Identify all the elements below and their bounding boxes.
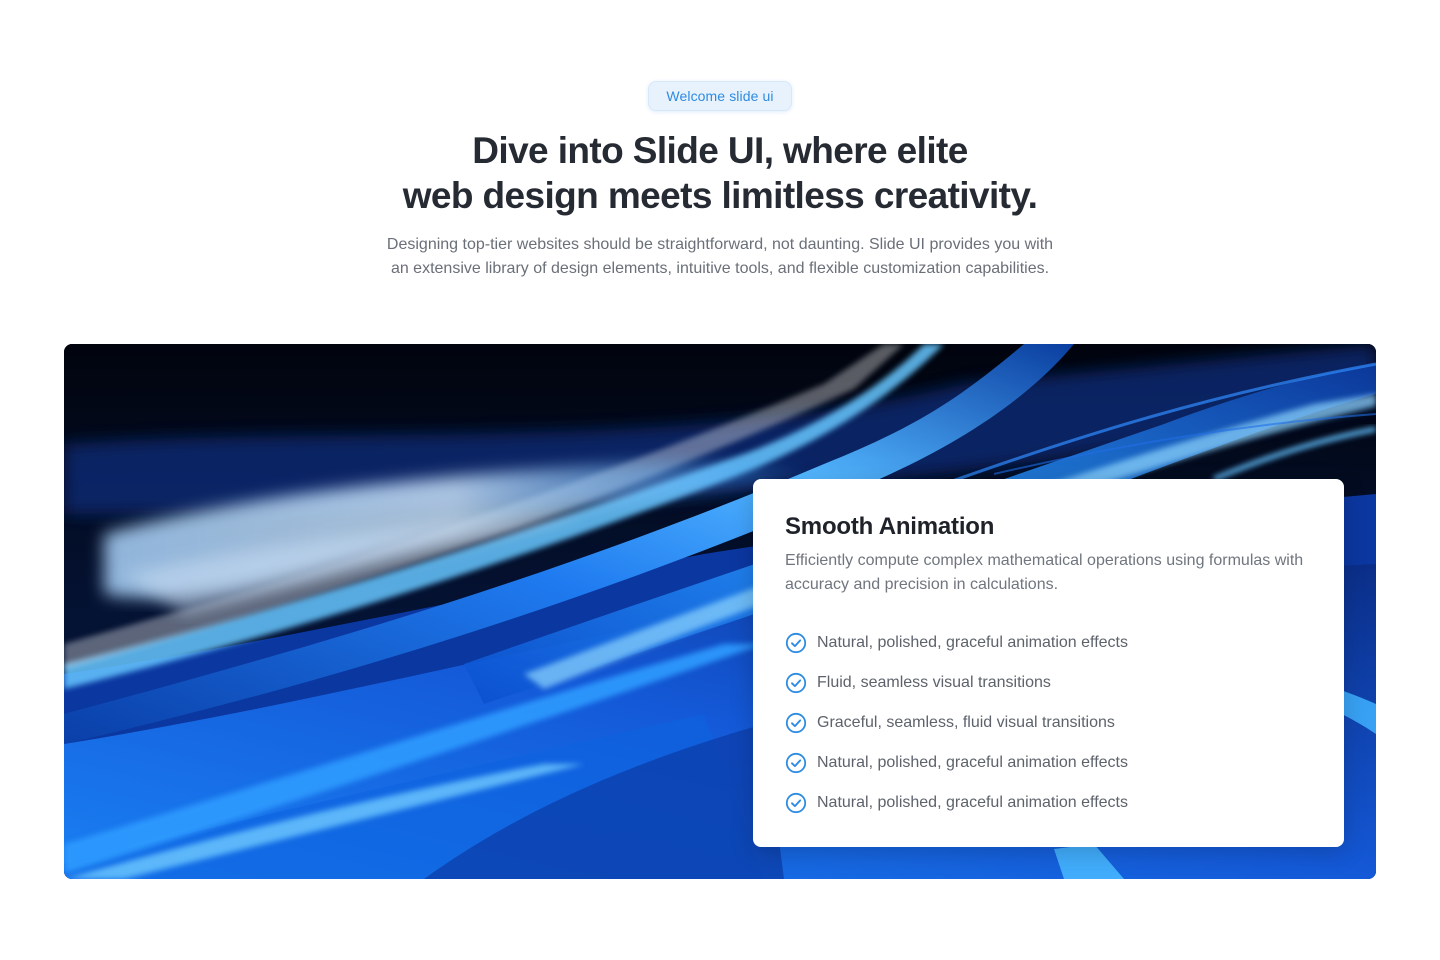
feature-item: Fluid, seamless visual transitions	[785, 663, 1312, 703]
card-description: Efficiently compute complex mathematical…	[785, 552, 1304, 593]
check-circle-icon	[785, 632, 807, 654]
feature-card: Smooth Animation Efficiently compute com…	[753, 479, 1344, 847]
check-circle-icon	[785, 752, 807, 774]
feature-item: Natural, polished, graceful animation ef…	[785, 783, 1312, 823]
card-title: Smooth Animation	[785, 513, 995, 540]
check-circle-icon	[785, 712, 807, 734]
feature-item: Natural, polished, graceful animation ef…	[785, 743, 1312, 783]
check-circle-icon	[785, 672, 807, 694]
feature-item: Natural, polished, graceful animation ef…	[785, 623, 1312, 663]
feature-item: Graceful, seamless, fluid visual transit…	[785, 703, 1312, 743]
landing-page: Welcome slide ui Dive into Slide UI, whe…	[0, 0, 1440, 960]
welcome-badge: Welcome slide ui	[648, 81, 792, 111]
subtext-line-2: an extensive library of design elements,…	[390, 260, 1050, 277]
feature-text: Graceful, seamless, fluid visual transit…	[817, 714, 1115, 731]
feature-text: Fluid, seamless visual transitions	[817, 674, 1051, 691]
feature-text: Natural, polished, graceful animation ef…	[817, 754, 1128, 771]
page-subtext: Designing top-tier websites should be st…	[320, 233, 1120, 281]
subtext-line-1: Designing top-tier websites should be st…	[386, 236, 1054, 253]
feature-list: Natural, polished, graceful animation ef…	[785, 623, 1312, 823]
headline-line-2: web design meets limitless creativity.	[402, 175, 1038, 216]
page-headline: Dive into Slide UI, where elite web desi…	[320, 128, 1120, 218]
feature-text: Natural, polished, graceful animation ef…	[817, 794, 1128, 811]
feature-text: Natural, polished, graceful animation ef…	[817, 634, 1128, 651]
headline-line-1: Dive into Slide UI, where elite	[472, 130, 968, 171]
check-circle-icon	[785, 792, 807, 814]
